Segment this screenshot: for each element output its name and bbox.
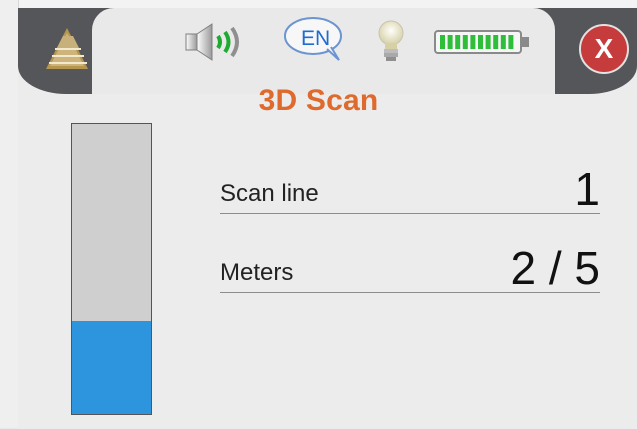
meters-row: Meters 2 / 5 <box>220 241 600 293</box>
app-screen: EN X 3D Scan Scan line 1 Meters 2 / 5 <box>0 0 637 429</box>
pyramid-logo-icon <box>39 24 95 80</box>
scan-line-row: Scan line 1 <box>220 162 600 214</box>
scan-line-divider <box>220 213 600 214</box>
battery-segment <box>508 35 514 49</box>
battery-segment <box>440 35 445 49</box>
battery-segment <box>455 35 461 49</box>
close-icon: X <box>594 33 614 64</box>
page-title: 3D Scan <box>258 84 379 117</box>
scan-line-value: 1 <box>574 163 600 215</box>
meters-divider <box>220 292 600 293</box>
language-label: EN <box>301 27 331 50</box>
scan-line-label: Scan line <box>220 180 319 207</box>
battery-segment <box>493 35 499 49</box>
left-frame <box>0 0 19 428</box>
meters-value: 2 / 5 <box>510 242 600 294</box>
progress-fill <box>72 321 151 414</box>
battery-segment <box>462 35 468 49</box>
meters-label: Meters <box>220 259 294 286</box>
lightbulb-icon[interactable] <box>374 18 408 64</box>
speaker-volume-icon[interactable] <box>184 20 254 64</box>
battery-segment <box>447 35 453 49</box>
close-button[interactable]: X <box>579 24 629 74</box>
battery-segment <box>500 35 506 49</box>
progress-meter <box>71 123 152 415</box>
battery-icon <box>434 28 532 56</box>
battery-segment <box>485 35 491 49</box>
battery-segment <box>478 35 483 49</box>
battery-segment <box>470 35 476 49</box>
language-icon[interactable]: EN <box>281 14 351 66</box>
